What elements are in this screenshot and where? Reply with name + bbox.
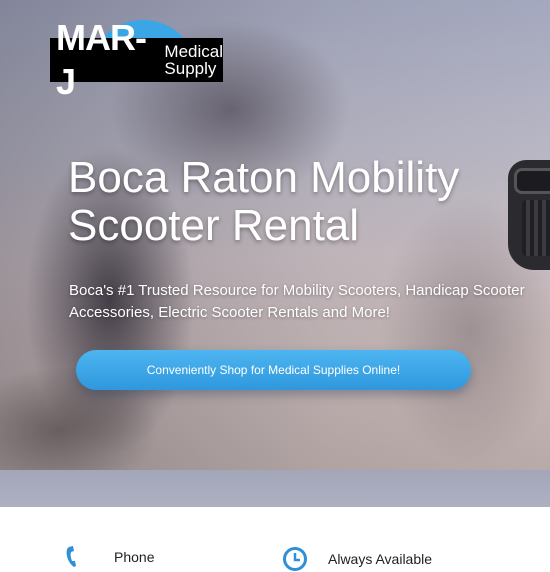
feature-availability: Always Available: [282, 546, 432, 572]
phone-icon: [66, 546, 76, 567]
hero-bottom-band: [0, 470, 550, 507]
logo-sub-line1: Medical: [164, 42, 223, 61]
logo-main-text: MAR-J: [56, 17, 147, 102]
logo[interactable]: MAR-J Medical Supply: [50, 17, 223, 102]
hero-subtitle: Boca's #1 Trusted Resource for Mobility …: [69, 282, 525, 321]
clock-icon: [283, 547, 307, 571]
logo-sub-line2: Supply: [164, 59, 217, 78]
feature-phone[interactable]: Phone: [66, 546, 154, 568]
page-title: Boca Raton Mobility Scooter Rental: [68, 153, 460, 250]
logo-sub-text: Medical Supply: [164, 43, 223, 77]
scooter-image: [508, 160, 550, 270]
feature-phone-label: Phone: [114, 549, 155, 565]
feature-availability-label: Always Available: [328, 551, 433, 567]
shop-online-button[interactable]: Conveniently Shop for Medical Supplies O…: [76, 350, 471, 390]
